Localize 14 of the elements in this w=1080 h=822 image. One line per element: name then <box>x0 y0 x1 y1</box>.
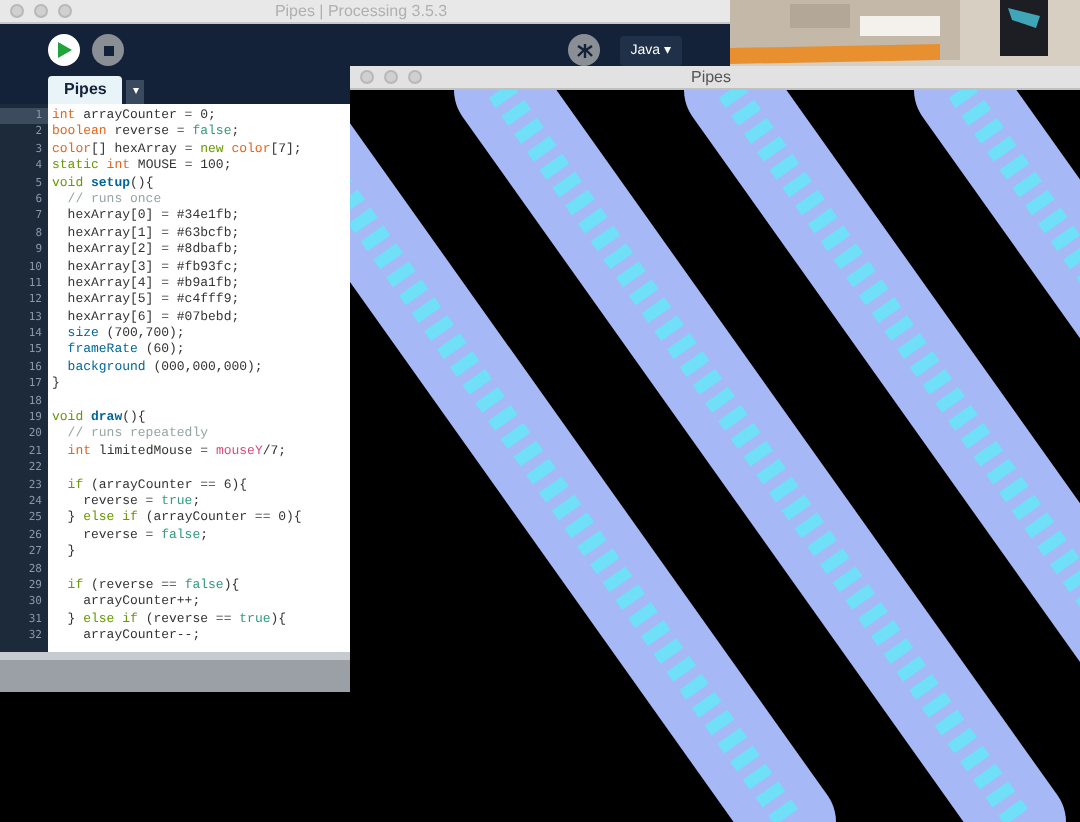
close-button[interactable] <box>10 4 24 18</box>
debug-button[interactable] <box>568 34 601 66</box>
window-title: Pipes <box>690 69 731 85</box>
stop-icon <box>103 45 113 55</box>
editor-tab[interactable]: Pipes <box>48 76 123 104</box>
zoom-button[interactable] <box>58 4 72 18</box>
zoom-button[interactable] <box>408 70 422 84</box>
stop-button[interactable] <box>92 34 124 66</box>
window-title: Pipes | Processing 3.5.3 <box>274 3 448 19</box>
minimize-button[interactable] <box>384 70 398 84</box>
run-button[interactable] <box>48 34 80 66</box>
play-icon <box>57 42 71 58</box>
close-button[interactable] <box>360 70 374 84</box>
minimize-button[interactable] <box>34 4 48 18</box>
